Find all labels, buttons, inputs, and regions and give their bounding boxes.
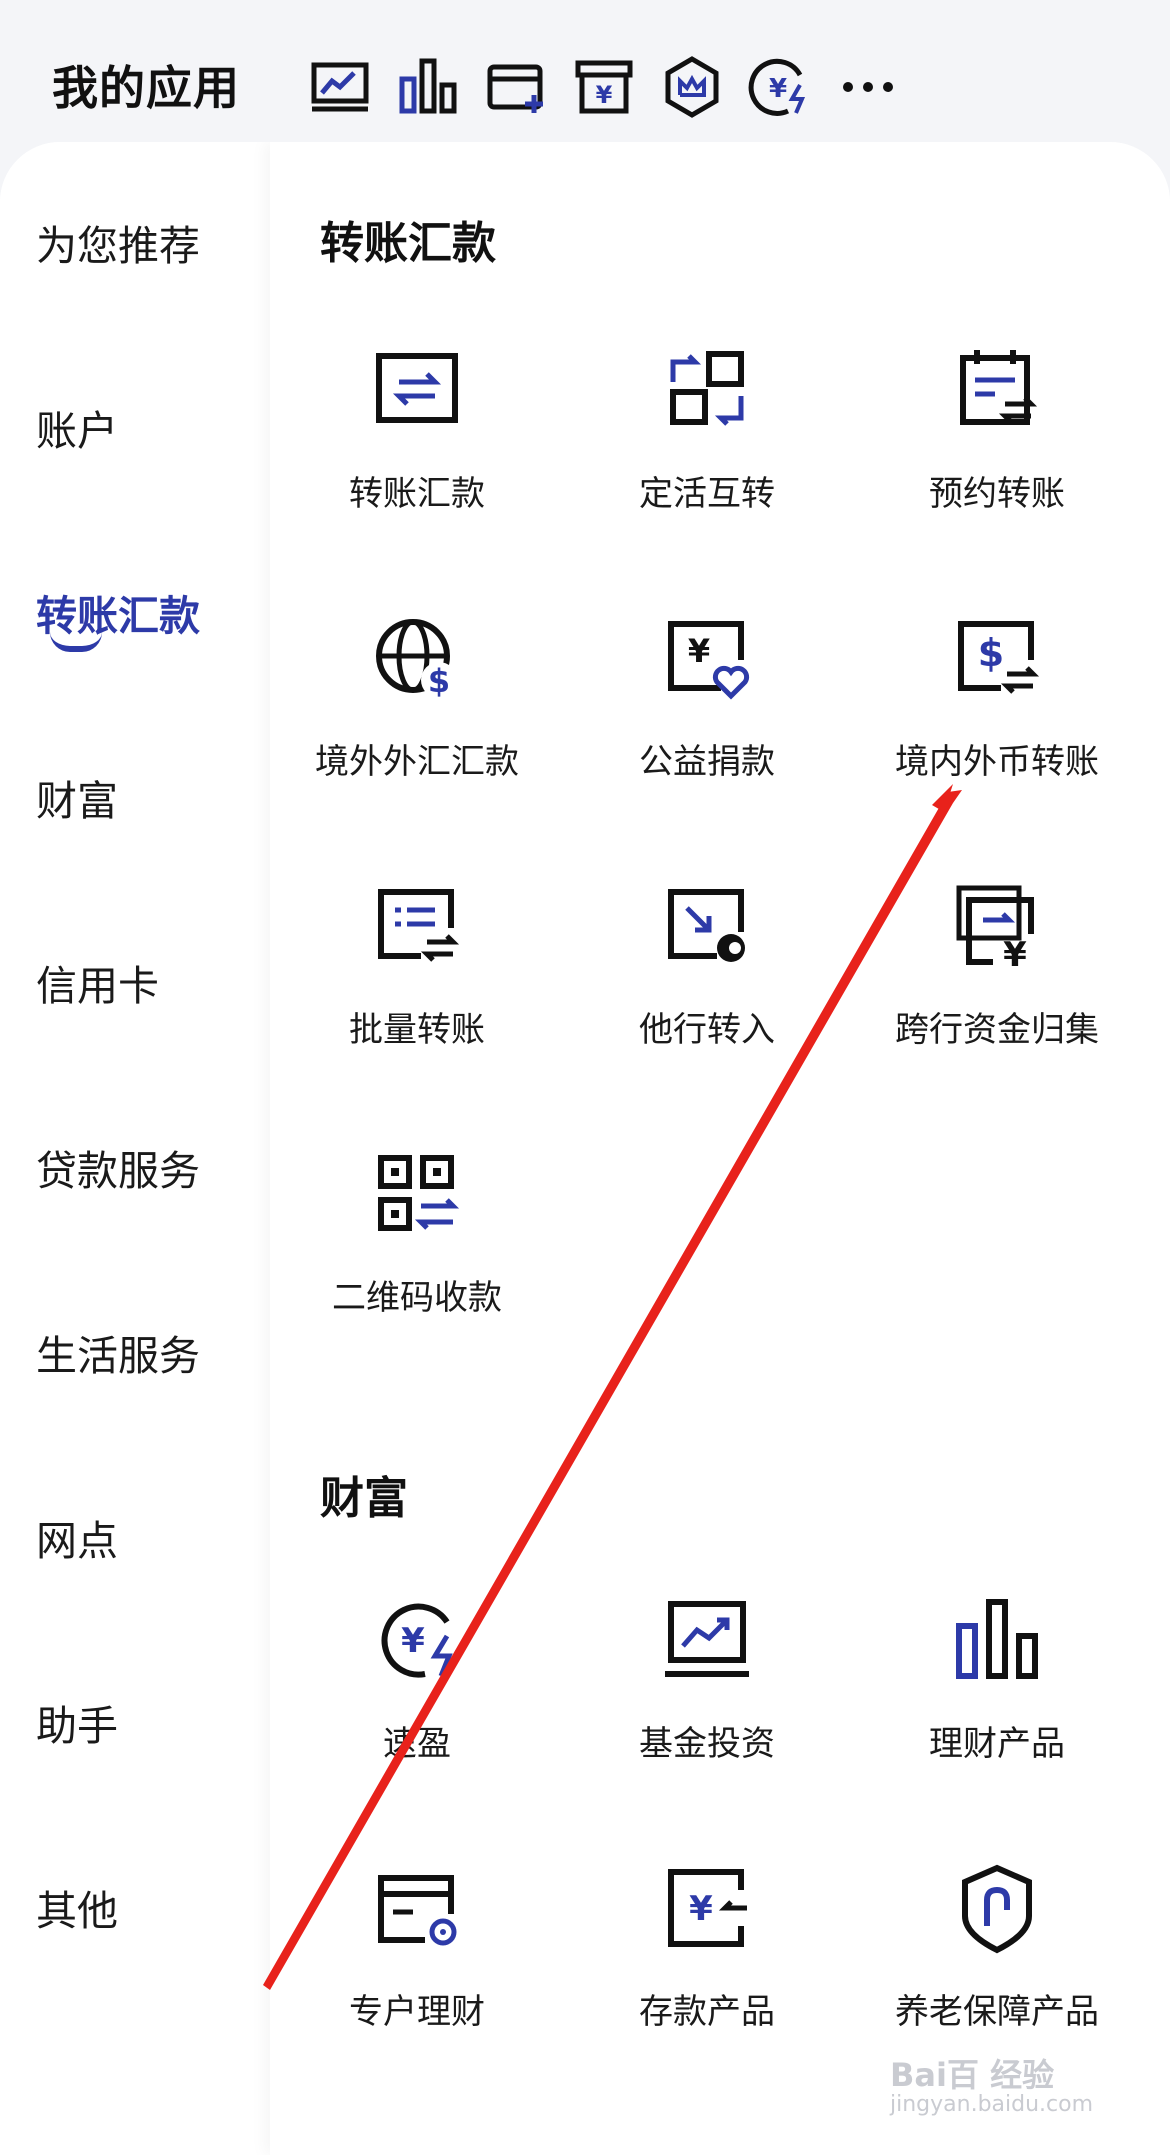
watermark-brand: Bai百 经验 (890, 2056, 1055, 2094)
transfer-icon (369, 342, 465, 438)
sidebar-item-other[interactable]: 其他 (36, 1877, 118, 1937)
app-domestic-fx-transfer[interactable]: $ 境内外币转账 (852, 610, 1142, 783)
app-label: 预约转账 (929, 474, 1065, 514)
app-batch-transfer[interactable]: 批量转账 (272, 878, 562, 1051)
favorite-apps-bar: ¥ ¥ (305, 52, 903, 122)
app-quick-yield[interactable]: ¥ 速盈 (272, 1592, 562, 1765)
app-label: 养老保障产品 (895, 1992, 1099, 2032)
sidebar-item-recommended[interactable]: 为您推荐 (36, 212, 200, 272)
app-label: 理财产品 (929, 1724, 1065, 1764)
app-header: 我的应用 ¥ ¥ (0, 0, 1170, 150)
page-title: 我的应用 (52, 61, 240, 115)
watermark-url: jingyan.baidu.com (890, 2092, 1094, 2117)
app-label: 境内外币转账 (895, 742, 1099, 782)
active-tab-indicator (50, 632, 102, 652)
sidebar-item-account[interactable]: 账户 (36, 397, 118, 457)
svg-text:¥: ¥ (1003, 935, 1027, 974)
wealth-product-icon (949, 1592, 1045, 1688)
sidebar-item-assistant[interactable]: 助手 (36, 1692, 118, 1752)
app-fixed-current-swap[interactable]: 定活互转 (562, 342, 852, 515)
app-label: 二维码收款 (332, 1278, 502, 1318)
app-pension-product[interactable]: 养老保障产品 (852, 1860, 1142, 2033)
quick-yield-icon: ¥ (369, 1592, 465, 1688)
sidebar-item-life-services[interactable]: 生活服务 (36, 1322, 200, 1382)
donation-icon: ¥ (659, 610, 755, 706)
app-other-bank-inflow[interactable]: 他行转入 (562, 878, 852, 1051)
app-fund-collection[interactable]: ¥ 跨行资金归集 (852, 878, 1142, 1051)
app-dedicated-account[interactable]: 专户理财 (272, 1860, 562, 2033)
svg-text:¥: ¥ (769, 74, 787, 104)
trend-chart-icon[interactable] (305, 52, 375, 122)
sidebar-item-branches[interactable]: 网点 (36, 1507, 118, 1567)
app-label: 转账汇款 (349, 474, 485, 514)
app-qr-collect[interactable]: 二维码收款 (272, 1146, 562, 1319)
other-bank-inflow-icon (659, 878, 755, 974)
app-scheduled-transfer[interactable]: 预约转账 (852, 342, 1142, 515)
sidebar-item-wealth[interactable]: 财富 (36, 767, 118, 827)
category-sidebar: 为您推荐 账户 转账汇款 财富 信用卡 贷款服务 生活服务 网点 助手 其他 (0, 142, 268, 2155)
svg-text:¥: ¥ (401, 1621, 425, 1661)
app-label: 公益捐款 (639, 742, 775, 782)
svg-text:$: $ (978, 631, 1004, 675)
app-label: 批量转账 (349, 1010, 485, 1050)
pension-shield-icon (949, 1860, 1045, 1956)
crown-shield-icon[interactable] (657, 52, 727, 122)
app-label: 存款产品 (639, 1992, 775, 2032)
scheduled-transfer-icon (949, 342, 1045, 438)
card-add-icon[interactable] (481, 52, 551, 122)
app-grid-content: 转账汇款 转账汇款 定活互转 预约转账 $ 境外外汇汇款 ¥ 公益捐款 $ 境内… (270, 142, 1170, 2155)
app-overseas-remittance[interactable]: $ 境外外汇汇款 (272, 610, 562, 783)
fund-investment-icon (659, 1592, 755, 1688)
svg-text:¥: ¥ (688, 632, 710, 670)
app-label: 境外外汇汇款 (315, 742, 519, 782)
fixed-current-swap-icon (659, 342, 755, 438)
qr-collect-icon (369, 1146, 465, 1242)
app-wealth-product[interactable]: 理财产品 (852, 1592, 1142, 1765)
archive-yuan-icon[interactable]: ¥ (569, 52, 639, 122)
svg-text:¥: ¥ (596, 81, 613, 109)
batch-transfer-icon (369, 878, 465, 974)
deposit-product-icon: ¥ (659, 1860, 755, 1956)
section-title-wealth: 财富 (320, 1473, 408, 1524)
app-label: 他行转入 (639, 1010, 775, 1050)
app-fund-investment[interactable]: 基金投资 (562, 1592, 852, 1765)
sidebar-item-credit-card[interactable]: 信用卡 (36, 952, 159, 1012)
app-deposit-product[interactable]: ¥ 存款产品 (562, 1860, 852, 2033)
sidebar-item-loans[interactable]: 贷款服务 (36, 1137, 200, 1197)
app-label: 速盈 (383, 1724, 451, 1764)
fund-collection-icon: ¥ (949, 878, 1045, 975)
section-title-transfer: 转账汇款 (320, 218, 496, 269)
svg-text:¥: ¥ (689, 1889, 713, 1929)
app-donation[interactable]: ¥ 公益捐款 (562, 610, 852, 783)
bar-chart-icon[interactable] (393, 52, 463, 122)
fast-yuan-icon[interactable]: ¥ (745, 52, 815, 122)
app-label: 跨行资金归集 (895, 1010, 1099, 1050)
app-label: 定活互转 (639, 474, 775, 514)
svg-text:$: $ (428, 662, 450, 700)
app-label: 专户理财 (349, 1992, 485, 2032)
app-label: 基金投资 (639, 1724, 775, 1764)
app-transfer[interactable]: 转账汇款 (272, 342, 562, 515)
foreign-currency-transfer-icon: $ (949, 610, 1045, 706)
globe-dollar-icon: $ (369, 610, 465, 706)
apps-panel: 为您推荐 账户 转账汇款 财富 信用卡 贷款服务 生活服务 网点 助手 其他 转… (0, 142, 1170, 2155)
more-icon[interactable] (833, 52, 903, 122)
dedicated-account-icon (369, 1860, 465, 1956)
